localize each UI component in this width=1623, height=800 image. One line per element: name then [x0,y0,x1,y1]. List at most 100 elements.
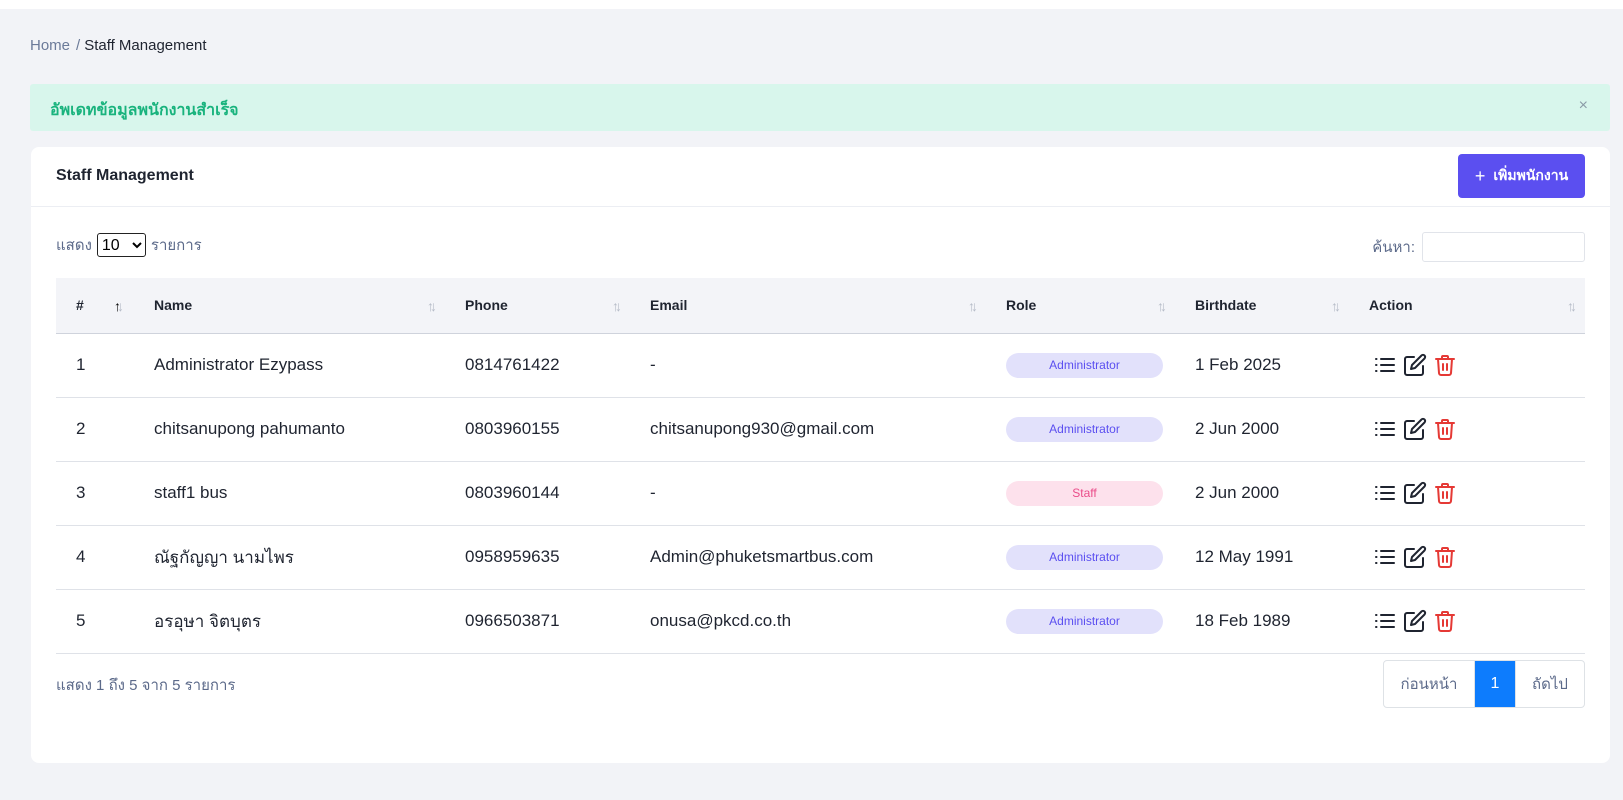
col-header-no[interactable]: # ↑↓ [56,278,134,334]
top-bar [0,0,1623,9]
cell-phone: 0803960144 [465,483,560,502]
edit-icon[interactable] [1403,609,1427,633]
cell-role: Administrator [986,397,1175,461]
staff-table: # ↑↓ Name ↑↓ Phone ↑↓ Email ↑↓ Role ↑↓ Birthd… [56,278,1585,654]
role-badge: Administrator [1006,416,1163,442]
col-header-action[interactable]: Action ↑↓ [1349,278,1585,334]
cell-role: Administrator [986,333,1175,397]
cell-no: 3 [76,483,86,502]
next-page-button[interactable]: ถัดไป [1515,661,1584,707]
cell-actions [1349,397,1585,461]
prev-page-button[interactable]: ก่อนหน้า [1384,661,1475,707]
table-header-row: # ↑↓ Name ↑↓ Phone ↑↓ Email ↑↓ Role ↑↓ Birthd… [56,278,1585,334]
page-length-select[interactable]: 10 [96,233,146,257]
col-header-label: Email [650,297,688,314]
col-header-label: Name [154,297,193,314]
edit-icon[interactable] [1403,481,1427,505]
cell-phone: 0803960155 [465,419,560,438]
col-header-birthdate[interactable]: Birthdate ↑↓ [1175,278,1349,334]
add-staff-label: เพิ่มพนักงาน [1493,167,1569,183]
col-header-email[interactable]: Email ↑↓ [630,278,986,334]
cell-no: 2 [76,419,86,438]
add-staff-button[interactable]: + เพิ่มพนักงาน [1458,154,1585,198]
sort-icon: ↑↓ [1157,298,1167,314]
success-alert: อัพเดทข้อมูลพนักงานสำเร็จ × [30,84,1610,131]
role-badge: Administrator [1006,608,1163,634]
trash-icon[interactable] [1433,353,1457,377]
edit-icon[interactable] [1403,417,1427,441]
sort-icon: ↑↓ [1331,298,1341,314]
cell-actions [1349,525,1585,589]
cell-birthdate: 2 Jun 2000 [1195,483,1280,502]
card-header: Staff Management + เพิ่มพนักงาน [31,147,1610,207]
cell-actions [1349,333,1585,397]
cell-actions [1349,461,1585,525]
breadcrumb-home-link[interactable]: Home [30,37,70,54]
page-title: Staff Management [56,167,194,184]
table-info: แสดง 1 ถึง 5 จาก 5 รายการ [56,677,236,694]
cell-birthdate: 1 Feb 2025 [1195,355,1282,374]
col-header-label: Birthdate [1195,297,1257,314]
cell-name: อรอุษา จิตบุตร [154,611,261,631]
role-badge: Administrator [1006,544,1163,570]
breadcrumb-current: Staff Management [84,37,207,54]
table-row: 5 อรอุษา จิตบุตร 0966503871 onusa@pkcd.co.t… [56,589,1585,653]
search-label: ค้นหา: [1372,239,1415,256]
sort-icon: ↑↓ [427,298,437,314]
col-header-label: # [76,297,84,314]
role-badge: Staff [1006,480,1163,506]
col-header-role[interactable]: Role ↑↓ [986,278,1175,334]
cell-name: ณัฐกัญญา นามไพร [154,547,294,567]
cell-role: Administrator [986,525,1175,589]
edit-icon[interactable] [1403,545,1427,569]
cell-birthdate: 12 May 1991 [1195,547,1294,566]
close-icon[interactable]: × [1579,97,1588,115]
col-header-label: Action [1369,297,1413,314]
role-badge: Administrator [1006,352,1163,378]
table-row: 3 staff1 bus 0803960144 - Staff 2 Jun 2000 [56,461,1585,525]
sort-icon: ↑↓ [968,298,978,314]
col-header-phone[interactable]: Phone ↑↓ [445,278,630,334]
length-prefix: แสดง [56,237,92,254]
table-row: 2 chitsanupong pahumanto 0803960155 chitsan… [56,397,1585,461]
cell-email: onusa@pkcd.co.th [650,611,792,630]
cell-phone: 0966503871 [465,611,560,630]
cell-phone: 0958959635 [465,547,560,566]
list-icon[interactable] [1373,353,1397,377]
cell-email: Admin@phuketsmartbus.com [650,547,874,566]
col-header-name[interactable]: Name ↑↓ [134,278,445,334]
sort-icon: ↑↓ [612,298,622,314]
cell-name: staff1 bus [154,483,228,502]
trash-icon[interactable] [1433,417,1457,441]
list-icon[interactable] [1373,545,1397,569]
table-row: 1 Administrator Ezypass 0814761422 - Adminis… [56,333,1585,397]
cell-email: chitsanupong930@gmail.com [650,419,875,438]
cell-birthdate: 2 Jun 2000 [1195,419,1280,438]
sort-icon: ↑↓ [114,298,124,314]
list-icon[interactable] [1373,417,1397,441]
search-input[interactable] [1422,232,1585,262]
cell-no: 1 [76,355,86,374]
trash-icon[interactable] [1433,481,1457,505]
page-1-button[interactable]: 1 [1475,661,1515,707]
length-suffix: รายการ [150,237,202,254]
breadcrumb-separator: / [76,37,81,54]
trash-icon[interactable] [1433,545,1457,569]
breadcrumb: Home / Staff Management [30,37,207,54]
edit-icon[interactable] [1403,353,1427,377]
cell-actions [1349,589,1585,653]
cell-phone: 0814761422 [465,355,560,374]
trash-icon[interactable] [1433,609,1457,633]
cell-no: 5 [76,611,86,630]
cell-email: - [650,483,656,502]
col-header-label: Phone [465,297,508,314]
table-row: 4 ณัฐกัญญา นามไพร 0958959635 Admin@phuketsm… [56,525,1585,589]
staff-card: Staff Management + เพิ่มพนักงาน แสดง 10 … [31,147,1610,763]
col-header-label: Role [1006,297,1037,314]
list-icon[interactable] [1373,481,1397,505]
list-icon[interactable] [1373,609,1397,633]
cell-name: chitsanupong pahumanto [154,419,345,438]
page-length-control: แสดง 10 รายการ [56,233,202,257]
table-body: 1 Administrator Ezypass 0814761422 - Adminis… [56,333,1585,653]
alert-message: อัพเดทข้อมูลพนักงานสำเร็จ [50,102,239,119]
